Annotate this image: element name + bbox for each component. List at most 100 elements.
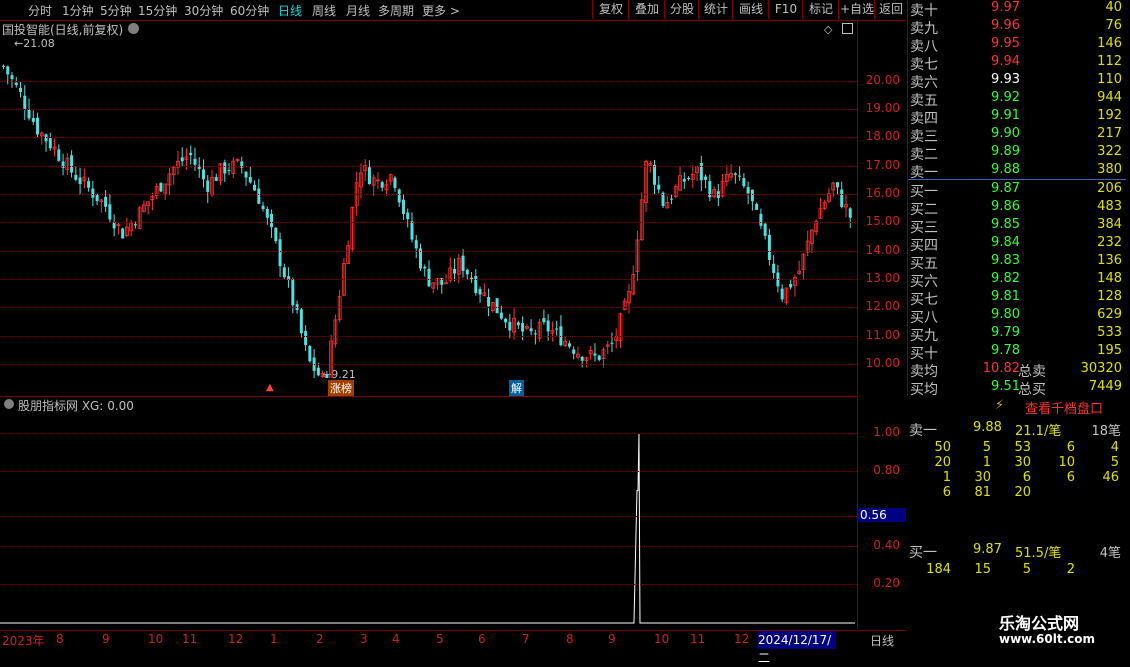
- candle: [235, 158, 240, 163]
- toolbar-button-8[interactable]: 返回: [874, 0, 907, 19]
- indicator-chart[interactable]: 股朋指标网 XG: 0.00: [0, 396, 858, 629]
- date-label-16: 11: [690, 632, 706, 646]
- candle: [19, 81, 23, 98]
- ob-label: 卖四: [910, 111, 938, 127]
- candle: [231, 157, 236, 179]
- candle: [304, 325, 308, 351]
- toolbar-button-4[interactable]: 画线: [732, 0, 769, 19]
- ob-label: 卖二: [910, 147, 938, 163]
- main-kline-chart[interactable]: 国投智能(日线,前复权) ◇ ←21.08 ←9.21 ▲ 涨榜 解: [0, 20, 858, 396]
- avg-sell-row: 卖均 10.82 总卖 30320: [908, 361, 1126, 380]
- candle: [789, 278, 793, 290]
- ob-label: 卖六: [910, 75, 938, 91]
- candle: [559, 315, 563, 347]
- candle: [282, 263, 286, 279]
- chevron-down-icon[interactable]: [128, 23, 139, 34]
- bid-row-5: 买六 9.82 148: [908, 271, 1126, 290]
- sell-grid-cell: 30: [974, 470, 991, 485]
- price-gridline: [0, 278, 857, 280]
- candle: [78, 167, 82, 195]
- toolbar-button-1[interactable]: 叠加: [628, 0, 665, 19]
- candle: [563, 336, 568, 348]
- candle: [184, 148, 189, 170]
- ob-label: 卖七: [910, 57, 938, 73]
- date-label-10: 5: [436, 632, 444, 646]
- period-tab-3[interactable]: 15分钟: [138, 2, 177, 19]
- buy-grid-cell: 184: [926, 562, 951, 577]
- ask-row-9: 卖一 9.88 380: [908, 162, 1126, 181]
- price-tick-8: 12.00: [865, 299, 900, 314]
- candle: [57, 144, 61, 162]
- candle: [210, 169, 214, 197]
- toolbar-button-0[interactable]: 复权: [592, 0, 629, 19]
- period-tab-5[interactable]: 60分钟: [230, 2, 269, 19]
- candle: [248, 166, 252, 184]
- maximize-icon[interactable]: [842, 23, 853, 34]
- toolbar-button-3[interactable]: 统计: [698, 0, 733, 19]
- candle: [401, 194, 405, 220]
- candle: [82, 168, 87, 189]
- candle: [278, 232, 282, 278]
- candle: [70, 150, 74, 178]
- ob-label: 卖五: [910, 93, 938, 109]
- ob-price: 9.78: [991, 343, 1020, 358]
- date-highlight: 2024/12/17/二: [758, 631, 836, 665]
- period-tab-1[interactable]: 1分钟: [62, 2, 94, 19]
- sell-grid-cell: 10: [1058, 455, 1075, 470]
- toolbar-button-7[interactable]: +自选: [838, 0, 875, 19]
- ob-label: 买六: [910, 274, 938, 290]
- sell-grid-cell: 5: [1110, 455, 1119, 470]
- candle: [482, 283, 487, 297]
- period-tab-2[interactable]: 5分钟: [100, 2, 132, 19]
- period-tab-8[interactable]: 月线: [346, 2, 370, 19]
- period-tab-0[interactable]: 分时: [28, 2, 52, 19]
- candle: [550, 321, 555, 342]
- toolbar-button-2[interactable]: 分股: [664, 0, 699, 19]
- diamond-icon[interactable]: ◇: [824, 23, 832, 36]
- price-tick-3: 17.00: [865, 157, 900, 172]
- ob-price: 9.94: [991, 54, 1020, 69]
- period-tab-9[interactable]: 多周期: [378, 2, 414, 19]
- tag-zhangbang[interactable]: 涨榜: [328, 380, 354, 396]
- candle: [738, 166, 742, 181]
- sell-grid-cell: 6: [1066, 440, 1075, 455]
- ob-label: 卖九: [910, 21, 938, 37]
- tag-jie[interactable]: 解: [509, 380, 524, 396]
- candle: [214, 173, 218, 182]
- toolbar-button-5[interactable]: F10: [768, 0, 803, 19]
- date-label-13: 8: [566, 632, 574, 646]
- ob-volume: 232: [1097, 235, 1122, 250]
- ask-row-5: 卖五 9.92 944: [908, 90, 1126, 109]
- period-tab-6[interactable]: 日线: [278, 2, 302, 19]
- candle: [201, 159, 205, 188]
- candle: [622, 298, 627, 311]
- ob-label: 买二: [910, 202, 938, 218]
- qiandang-button[interactable]: ⚡ 查看千档盘口: [907, 396, 1125, 417]
- candle: [333, 314, 338, 348]
- candle: [763, 222, 767, 240]
- up-arrow-icon: ▲: [266, 382, 274, 393]
- sum-value: 9.51: [991, 379, 1020, 394]
- period-tag[interactable]: 日线: [858, 630, 906, 651]
- sell-grid-cell: 4: [1110, 440, 1119, 455]
- period-tab-7[interactable]: 周线: [312, 2, 336, 19]
- candle: [767, 228, 771, 266]
- price-tick-4: 16.00: [865, 185, 900, 200]
- candle: [618, 312, 623, 348]
- price-tick-5: 15.00: [865, 214, 900, 229]
- toolbar-button-6[interactable]: 标记: [802, 0, 839, 19]
- indicator-axis: 1.00 0.80 0.56 0.40 0.20: [858, 396, 906, 628]
- period-tab-4[interactable]: 30分钟: [184, 2, 223, 19]
- ob-price: 9.79: [991, 325, 1020, 340]
- period-tab-10[interactable]: 更多 >: [422, 2, 460, 19]
- candle: [261, 201, 265, 212]
- bid-row-2: 买三 9.85 384: [908, 217, 1126, 236]
- price-tick-6: 14.00: [865, 242, 900, 257]
- indicator-gridline: [0, 470, 857, 472]
- ob-label: 卖三: [910, 129, 938, 145]
- ob-volume: 380: [1097, 162, 1122, 177]
- sum-value: 10.82: [982, 361, 1020, 376]
- ask-row-7: 卖三 9.90 217: [908, 126, 1126, 145]
- ask-row-8: 卖二 9.89 322: [908, 144, 1126, 163]
- candle: [474, 269, 478, 296]
